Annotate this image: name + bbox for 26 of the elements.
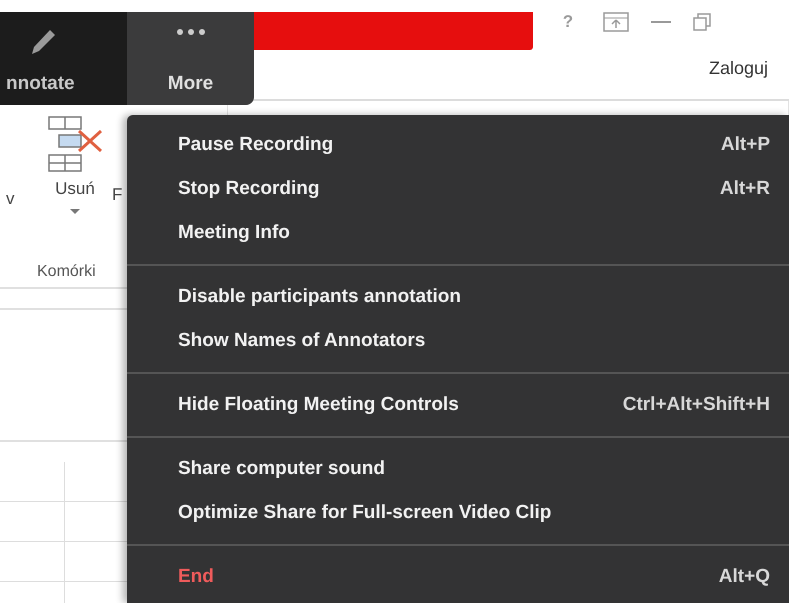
ribbon-button-label[interactable]: F	[112, 185, 122, 205]
shortcut-label: Ctrl+Alt+Shift+H	[622, 394, 770, 416]
annotate-button[interactable]: nnotate	[0, 12, 127, 105]
caret-icon	[70, 209, 80, 214]
sign-in-link[interactable]: Zaloguj	[555, 58, 789, 79]
more-icon	[176, 28, 206, 36]
restore-icon	[693, 13, 711, 31]
menu-item[interactable]: Optimize Share for Full-screen Video Clip	[178, 502, 552, 524]
pencil-icon	[30, 28, 56, 56]
more-button[interactable]: More	[127, 12, 254, 105]
ribbon-button-label[interactable]: Usuń	[55, 179, 95, 199]
menu-item[interactable]: Show Names of Annotators	[178, 330, 426, 352]
shortcut-label: Alt+Q	[718, 566, 770, 588]
ribbon-label: v	[6, 189, 14, 209]
menu-item[interactable]: Pause Recording	[178, 134, 334, 156]
menu-item[interactable]: Disable participants annotation	[178, 286, 461, 308]
menu-item[interactable]: Stop Recording	[178, 178, 320, 200]
menu-item[interactable]: End	[178, 566, 214, 588]
shortcut-label: Alt+P	[720, 134, 770, 156]
ribbon-display-icon	[603, 12, 629, 32]
minimize-icon	[651, 20, 671, 24]
menu-item[interactable]: Share computer sound	[178, 458, 385, 480]
menu-item[interactable]: Hide Floating Meeting Controls	[178, 394, 459, 416]
group-title: Komórki	[37, 263, 96, 280]
shortcut-label: Alt+R	[720, 178, 770, 200]
menu-item[interactable]: Meeting Info	[178, 222, 290, 244]
